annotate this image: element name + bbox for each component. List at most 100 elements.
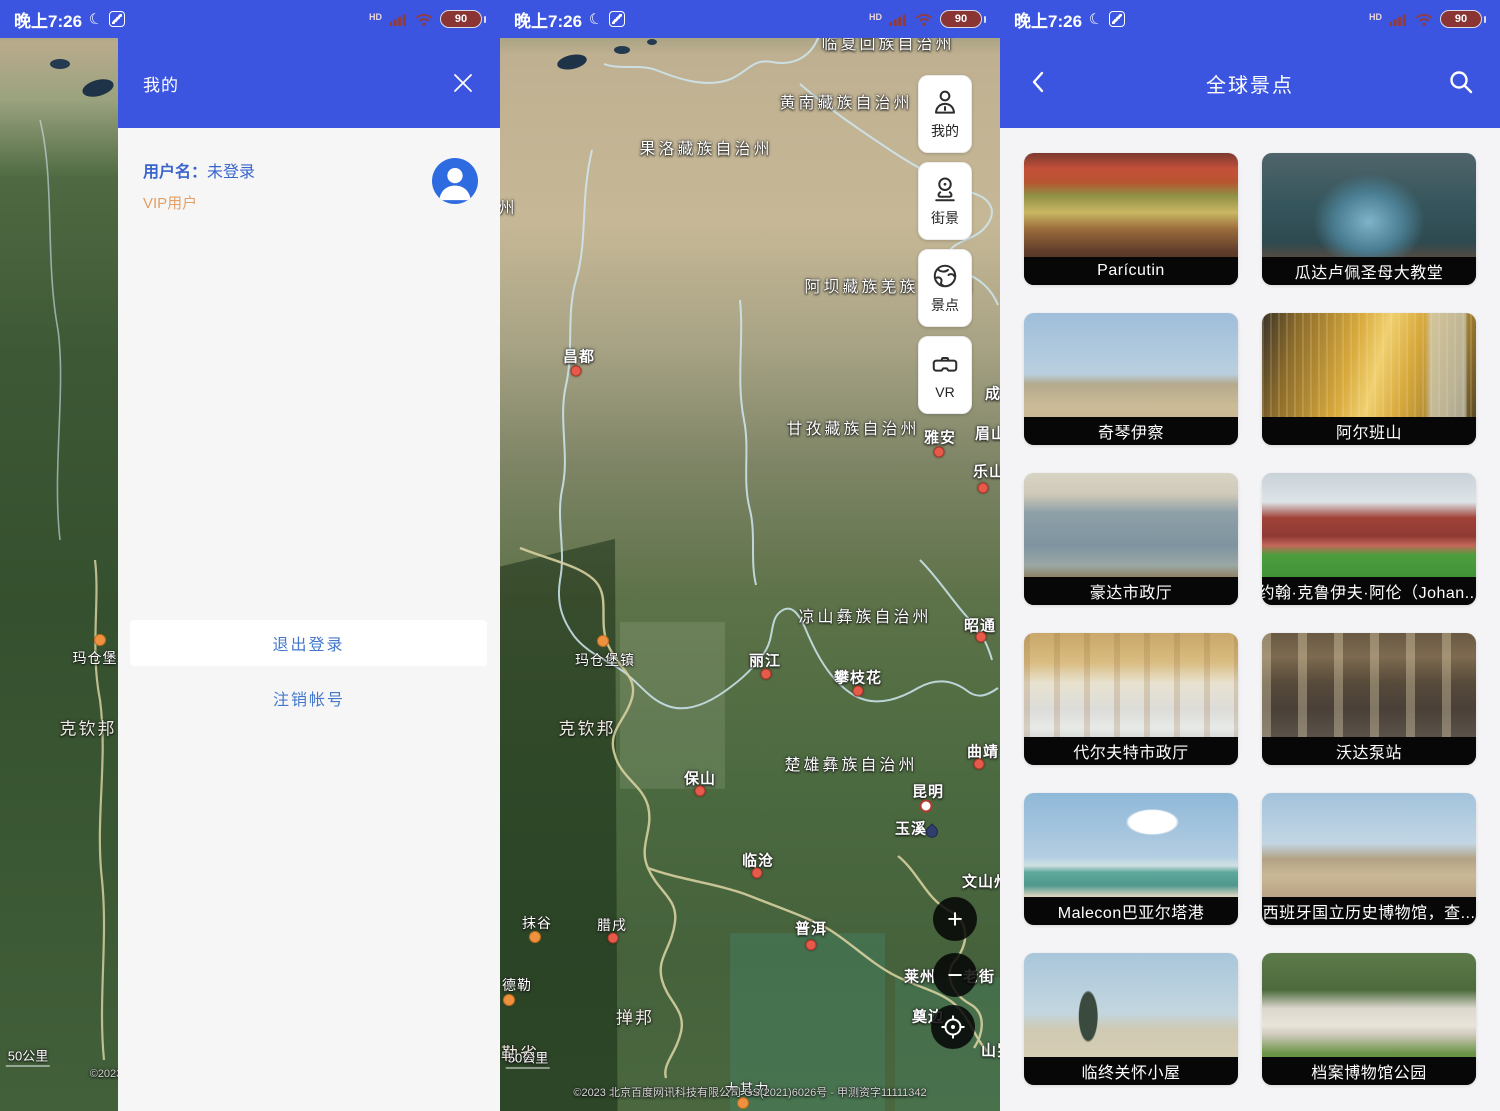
map-ring-marker [920, 800, 933, 813]
scenic-card[interactable]: 奇琴伊察 [1024, 313, 1238, 445]
map-orange-marker [597, 635, 609, 647]
map-attribution: ©2023 北京百度网讯科技有限公司 GS(2021)6026号 - 甲测资字1… [573, 1084, 926, 1100]
scenic-card[interactable]: 阿尔班山 [1262, 313, 1476, 445]
zoom-out-button[interactable]: − [933, 953, 977, 997]
scenic-card[interactable]: 沃达泵站 [1262, 633, 1476, 765]
person-icon [930, 87, 960, 117]
scenic-card-title: Parícutin [1024, 257, 1238, 285]
map-red-marker [976, 632, 987, 643]
map-red-marker [978, 483, 989, 494]
map-label: 山罗 [981, 1040, 1000, 1061]
scenic-card-title: Malecon巴亚尔塔港 [1024, 897, 1238, 925]
map-orange-marker [94, 634, 106, 646]
map-red-marker [934, 447, 945, 458]
screen-my-drawer: 玛仓堡克钦邦50公里©2023 我的 用户名：未登录 VIP用户 退出登录 注销… [0, 0, 500, 1111]
deregister-account-link[interactable]: 注销帐号 [118, 686, 500, 710]
username-value: 未登录 [207, 164, 255, 181]
map-label: 玛仓堡 [73, 648, 118, 668]
clock-time: 晚上7:26 [14, 7, 82, 32]
zoom-in-button[interactable]: + [933, 897, 977, 941]
hd-label: HD [1369, 12, 1382, 22]
page-title: 全球景点 [1206, 69, 1294, 98]
map-label: 文山州 [962, 871, 1000, 892]
scenic-card[interactable]: 档案博物馆公园 [1262, 953, 1476, 1085]
signal-icon [888, 12, 908, 27]
screen-record-icon [109, 11, 125, 27]
scenic-card-title: 奇琴伊察 [1024, 417, 1238, 445]
search-icon[interactable] [1444, 65, 1478, 99]
battery-level: 90 [1440, 10, 1482, 28]
map-label: 玛仓堡镇 [575, 650, 635, 670]
map-label: 成 [985, 383, 1000, 404]
map-label: 乐山 [973, 461, 1000, 482]
vip-label: VIP用户 [143, 192, 255, 213]
tool-label: 景点 [931, 295, 959, 315]
screen-record-icon [609, 11, 625, 27]
map-red-marker [695, 786, 706, 797]
status-bar: 晚上7:26 ☾ HD 90 [1000, 0, 1500, 38]
battery-level: 90 [440, 10, 482, 28]
scenic-card[interactable]: 豪达市政厅 [1024, 473, 1238, 605]
my-drawer-panel: 我的 用户名：未登录 VIP用户 退出登录 注销帐号 [118, 38, 500, 1111]
map-tool-scenic-button[interactable]: 景点 [918, 249, 972, 327]
map-red-marker [571, 366, 582, 377]
map-red-marker [608, 933, 619, 944]
back-icon[interactable] [1022, 65, 1056, 99]
drawer-title: 我的 [143, 71, 179, 96]
username-row: 用户名：未登录 [143, 158, 255, 182]
moon-icon: ☾ [87, 9, 105, 30]
scenic-card[interactable]: 西班牙国立历史博物馆，查... [1262, 793, 1476, 925]
status-bar: 晚上7:26 ☾ HD 90 [500, 0, 1000, 38]
scenic-card-title: 阿尔班山 [1262, 417, 1476, 445]
map-label: 凉山彝族自治州 [798, 603, 931, 627]
map-tool-street-button[interactable]: 街景 [918, 162, 972, 240]
poi-header: 全球景点 [1000, 38, 1500, 128]
locate-button[interactable] [931, 1005, 975, 1049]
map-tool-mine-button[interactable]: 我的 [918, 75, 972, 153]
scenic-card-title: 瓜达卢佩圣母大教堂 [1262, 257, 1476, 285]
map-red-marker [752, 868, 763, 879]
battery-icon: 90 [940, 10, 986, 28]
map-red-marker [974, 759, 985, 770]
map-label: 克钦邦 [559, 715, 616, 740]
map-label: 掸邦 [616, 1004, 654, 1029]
close-icon[interactable] [450, 70, 476, 96]
scenic-card[interactable]: 临终关怀小屋 [1024, 953, 1238, 1085]
scenic-card-title: 临终关怀小屋 [1024, 1057, 1238, 1085]
moon-icon: ☾ [1087, 9, 1105, 30]
scenic-card-grid: Parícutin 瓜达卢佩圣母大教堂奇琴伊察阿尔班山豪达市政厅约翰·克鲁伊夫·阿… [1000, 128, 1500, 1111]
wifi-icon [914, 12, 934, 27]
scenic-card[interactable]: Malecon巴亚尔塔港 [1024, 793, 1238, 925]
scenic-card[interactable]: 代尔夫特市政厅 [1024, 633, 1238, 765]
map-label: 丽江 [749, 650, 781, 671]
camera-icon [930, 174, 960, 204]
logout-button[interactable]: 退出登录 [130, 620, 487, 666]
drawer-header: 我的 [118, 38, 500, 128]
tool-label: 我的 [931, 121, 959, 141]
signal-icon [1388, 12, 1408, 27]
map-tools: 我的街景景点 VR [918, 75, 972, 414]
crosshair-icon [940, 1014, 966, 1040]
wifi-icon [414, 12, 434, 27]
scenic-card[interactable]: 瓜达卢佩圣母大教堂 [1262, 153, 1476, 285]
map-tool-vr-button[interactable]: VR [918, 336, 972, 414]
scenic-card-title: 豪达市政厅 [1024, 577, 1238, 605]
scenic-card[interactable]: 约翰·克鲁伊夫·阿伦（Johan... [1262, 473, 1476, 605]
map-label: 德勒 [502, 975, 532, 995]
screen-record-icon [1109, 11, 1125, 27]
vr-icon [930, 350, 960, 380]
signal-icon [388, 12, 408, 27]
username-label: 用户名： [143, 164, 207, 181]
battery-icon: 90 [440, 10, 486, 28]
battery-level: 90 [940, 10, 982, 28]
wifi-icon [1414, 12, 1434, 27]
map-label: 普洱 [795, 918, 827, 939]
clock-time: 晚上7:26 [1014, 7, 1082, 32]
map-red-marker [806, 940, 817, 951]
map-label: 雅安 [924, 427, 956, 448]
map-label: 眉山 [975, 423, 1000, 444]
scenic-card[interactable]: Parícutin [1024, 153, 1238, 285]
screen-global-scenic: 全球景点 Parícutin 瓜达卢佩圣母大教堂奇琴伊察阿尔班山豪达市政厅约翰·克… [1000, 0, 1500, 1111]
clock-time: 晚上7:26 [514, 7, 582, 32]
scenic-card-title: 档案博物馆公园 [1262, 1057, 1476, 1085]
